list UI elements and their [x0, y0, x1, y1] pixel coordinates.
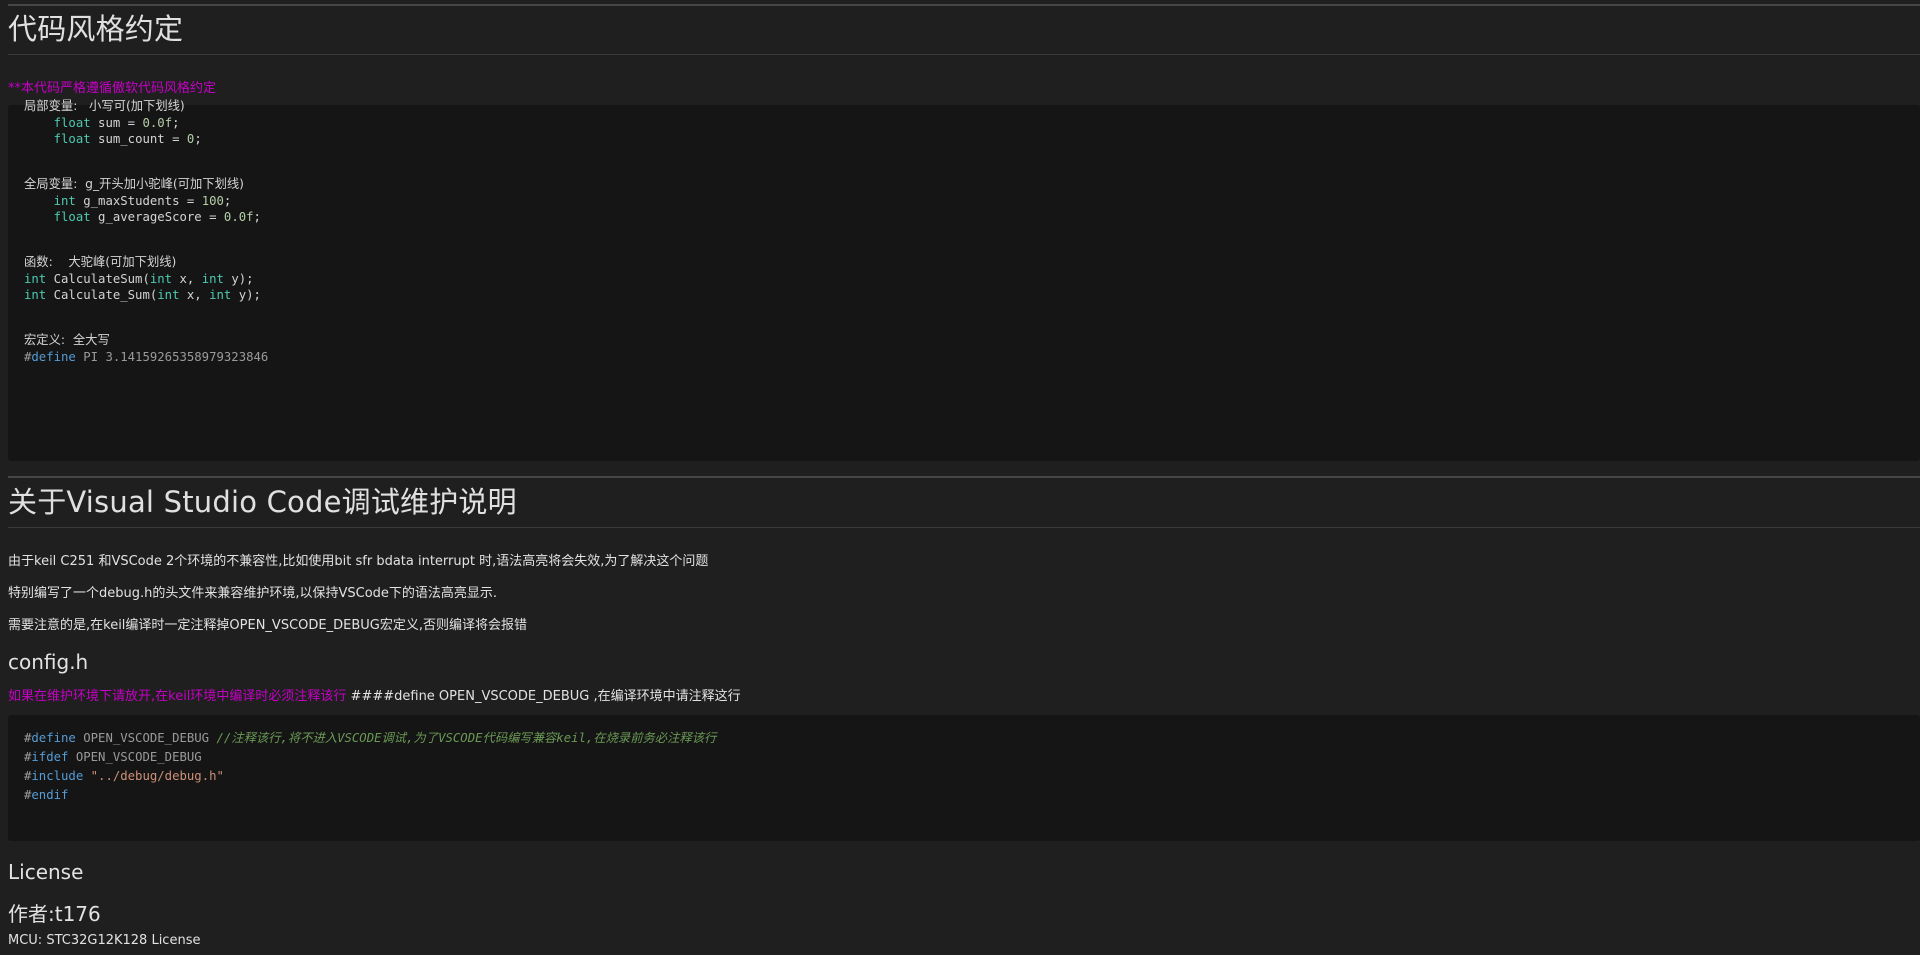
- code-line: #endif: [24, 788, 69, 802]
- paragraph: 特别编写了一个debug.h的头文件来兼容维护环境,以保持VSCode下的语法高…: [8, 586, 498, 601]
- paragraph: 由于keil C251 和VSCode 2个环境的不兼容性,比如使用bit sf…: [8, 554, 709, 569]
- mcu-license-text: MCU: STC32G12K128 License: [8, 933, 201, 948]
- config-note-highlight: 如果在维护环境下请放开,在keil环境中编译时必须注释该行: [8, 689, 347, 704]
- heading-license: License: [8, 860, 84, 884]
- section-divider: [8, 476, 1920, 478]
- code-line: #define OPEN_VSCODE_DEBUG //注释该行,将不进入VSC…: [24, 731, 717, 745]
- code-line: #include "../debug/debug.h": [24, 769, 224, 783]
- config-code-block: #define OPEN_VSCODE_DEBUG //注释该行,将不进入VSC…: [8, 715, 1920, 841]
- heading-author: 作者:t176: [8, 902, 101, 926]
- code-line: int Calculate_Sum(int x, int y);: [24, 288, 261, 302]
- config-note-text: ####define OPEN_VSCODE_DEBUG ,在编译环境中请注释这…: [346, 689, 741, 704]
- code-line: float g_averageScore = 0.0f;: [53, 210, 261, 224]
- heading-code-style: 代码风格约定: [8, 12, 184, 46]
- code-style-note: **本代码严格遵循傲软代码风格约定: [8, 81, 217, 96]
- code-line: #define PI 3.14159265358979323846: [24, 350, 269, 364]
- heading-underline: [8, 527, 1920, 528]
- paragraph: 需要注意的是,在keil编译时一定注释掉OPEN_VSCODE_DEBUG宏定义…: [8, 618, 527, 633]
- config-note: 如果在维护环境下请放开,在keil环境中编译时必须注释该行 ####define…: [8, 685, 741, 704]
- code-line: float sum_count = 0;: [53, 132, 202, 146]
- top-rule: [8, 4, 1920, 6]
- markdown-preview: 代码风格约定 **本代码严格遵循傲软代码风格约定 局部变量: 小写可(加下划线)…: [0, 0, 1920, 955]
- code-line: #ifdef OPEN_VSCODE_DEBUG: [24, 750, 202, 764]
- heading-vscode-debug: 关于Visual Studio Code调试维护说明: [8, 485, 517, 519]
- heading-underline: [8, 54, 1920, 55]
- code-style-block: 局部变量: 小写可(加下划线) float sum = 0.0f; float …: [8, 99, 1920, 461]
- heading-config-h: config.h: [8, 650, 89, 674]
